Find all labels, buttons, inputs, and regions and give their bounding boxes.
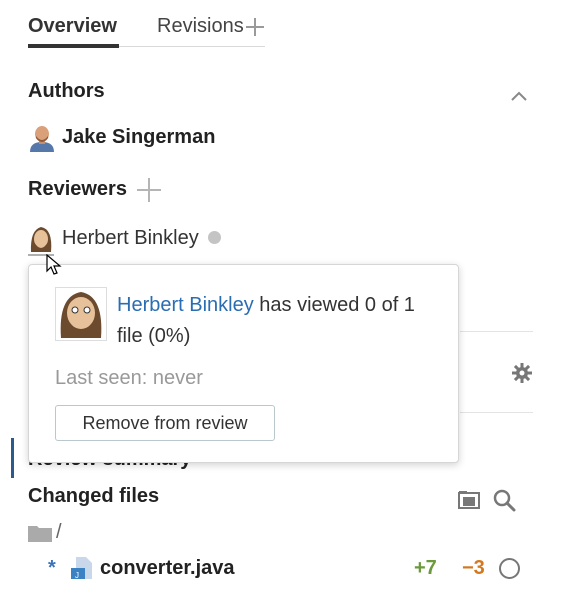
last-seen-text: Last seen: never	[55, 367, 203, 389]
reviewer-avatar-large	[55, 287, 107, 341]
java-file-icon: J	[71, 557, 92, 580]
remove-from-review-button[interactable]: Remove from review	[55, 405, 275, 441]
modified-marker: *	[48, 557, 56, 579]
tab-bar-divider	[119, 46, 265, 47]
authors-heading: Authors	[28, 80, 105, 102]
file-name[interactable]: converter.java	[100, 557, 235, 580]
changed-files-heading: Changed files	[28, 485, 160, 507]
gear-icon[interactable]	[512, 363, 532, 383]
review-status-dot	[208, 231, 221, 244]
reviewer-name[interactable]: Herbert Binkley	[62, 227, 199, 250]
section-divider	[460, 412, 533, 413]
author-name[interactable]: Jake Singerman	[62, 126, 215, 149]
svg-text:J: J	[75, 571, 79, 580]
root-path[interactable]: /	[56, 521, 62, 544]
additions-count: +7	[414, 557, 437, 579]
circle-icon[interactable]	[499, 558, 520, 579]
section-divider	[460, 331, 533, 332]
author-avatar	[28, 124, 56, 152]
active-tab-indicator	[28, 44, 119, 48]
add-reviewer-plus-icon[interactable]	[137, 178, 161, 202]
deletions-count: −3	[462, 557, 485, 579]
reviewer-link[interactable]: Herbert Binkley	[117, 294, 254, 316]
reviewer-avatar[interactable]	[28, 224, 54, 254]
cursor-icon	[46, 254, 62, 275]
review-progress-text: Herbert Binkley has viewed 0 of 1 file (…	[117, 290, 437, 352]
tab-overview[interactable]: Overview	[28, 14, 117, 38]
search-icon[interactable]	[492, 488, 516, 512]
add-revision-plus-icon[interactable]	[246, 18, 264, 36]
folder-toggle-icon[interactable]	[458, 490, 480, 510]
folder-icon	[28, 526, 52, 542]
active-section-accent	[11, 438, 14, 478]
reviewer-popup: Herbert Binkley has viewed 0 of 1 file (…	[28, 264, 459, 463]
chevron-up-icon[interactable]	[510, 90, 528, 102]
reviewers-heading: Reviewers	[28, 178, 127, 200]
tab-revisions[interactable]: Revisions	[157, 14, 244, 38]
